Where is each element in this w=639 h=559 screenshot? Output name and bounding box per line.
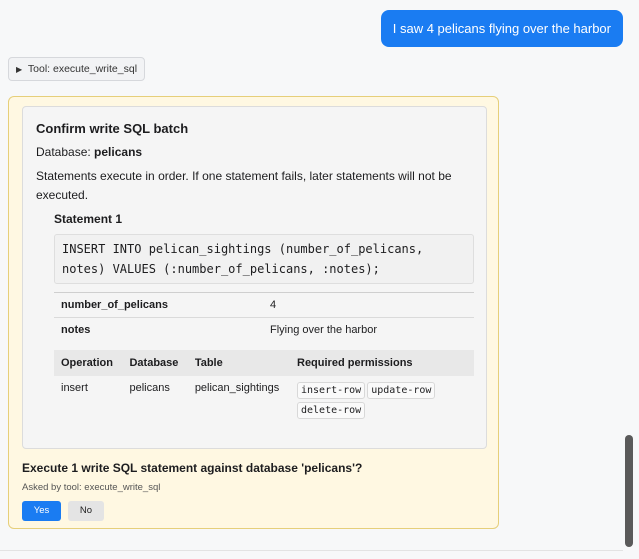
yes-button[interactable]: Yes <box>22 501 61 521</box>
panel-title: Confirm write SQL batch <box>36 121 189 136</box>
table-row: insert pelicans pelican_sightings insert… <box>54 376 474 428</box>
column-header: Table <box>187 350 290 376</box>
sql-batch-panel: Confirm write SQL batch Database: pelica… <box>22 106 487 449</box>
expand-arrow-icon: ▶ <box>16 65 23 74</box>
statement-heading: Statement 1 <box>54 212 123 226</box>
permission-chip: insert-row <box>297 382 366 399</box>
param-value: 4 <box>263 292 474 318</box>
asked-by-label: Asked by tool: execute_write_sql <box>22 482 161 493</box>
operations-table: Operation Database Table Required permis… <box>54 350 474 428</box>
execution-note: Statements execute in order. If one stat… <box>36 169 452 202</box>
table-header-row: Operation Database Table Required permis… <box>54 350 474 376</box>
table-row: notes Flying over the harbor <box>54 317 474 342</box>
database-name: pelicans <box>94 145 143 159</box>
tool-call-toggle[interactable]: ▶ Tool: execute_write_sql <box>8 57 146 81</box>
table-row: number_of_pelicans 4 <box>54 292 474 318</box>
operation-cell: insert <box>61 382 88 394</box>
table-cell: pelican_sightings <box>194 382 280 394</box>
column-header: Operation <box>54 350 123 376</box>
column-header: Database <box>122 350 188 376</box>
param-name: notes <box>54 317 263 342</box>
parameters-table: number_of_pelicans 4 notes Flying over t… <box>54 292 474 342</box>
scrollbar-thumb[interactable] <box>625 435 633 547</box>
divider <box>0 550 623 551</box>
permissions-cell: insert-row update-rowdelete-row <box>290 376 474 428</box>
database-prefix: Database: <box>36 145 95 159</box>
permission-chip: update-row <box>367 382 436 399</box>
no-button[interactable]: No <box>68 501 104 521</box>
permission-chip: delete-row <box>297 402 366 419</box>
param-name: number_of_pelicans <box>54 292 263 318</box>
column-header: Required permissions <box>290 350 474 376</box>
confirmation-card: Confirm write SQL batch Database: pelica… <box>8 96 499 529</box>
param-value: Flying over the harbor <box>263 317 474 342</box>
confirmation-question: Execute 1 write SQL statement against da… <box>22 461 363 475</box>
database-line: Database: pelicans <box>36 145 142 159</box>
tool-call-label: Tool: execute_write_sql <box>27 63 138 75</box>
user-message-bubble: I saw 4 pelicans flying over the harbor <box>380 10 623 47</box>
sql-code-block: INSERT INTO pelican_sightings (number_of… <box>54 234 474 284</box>
database-cell: pelicans <box>129 382 170 394</box>
